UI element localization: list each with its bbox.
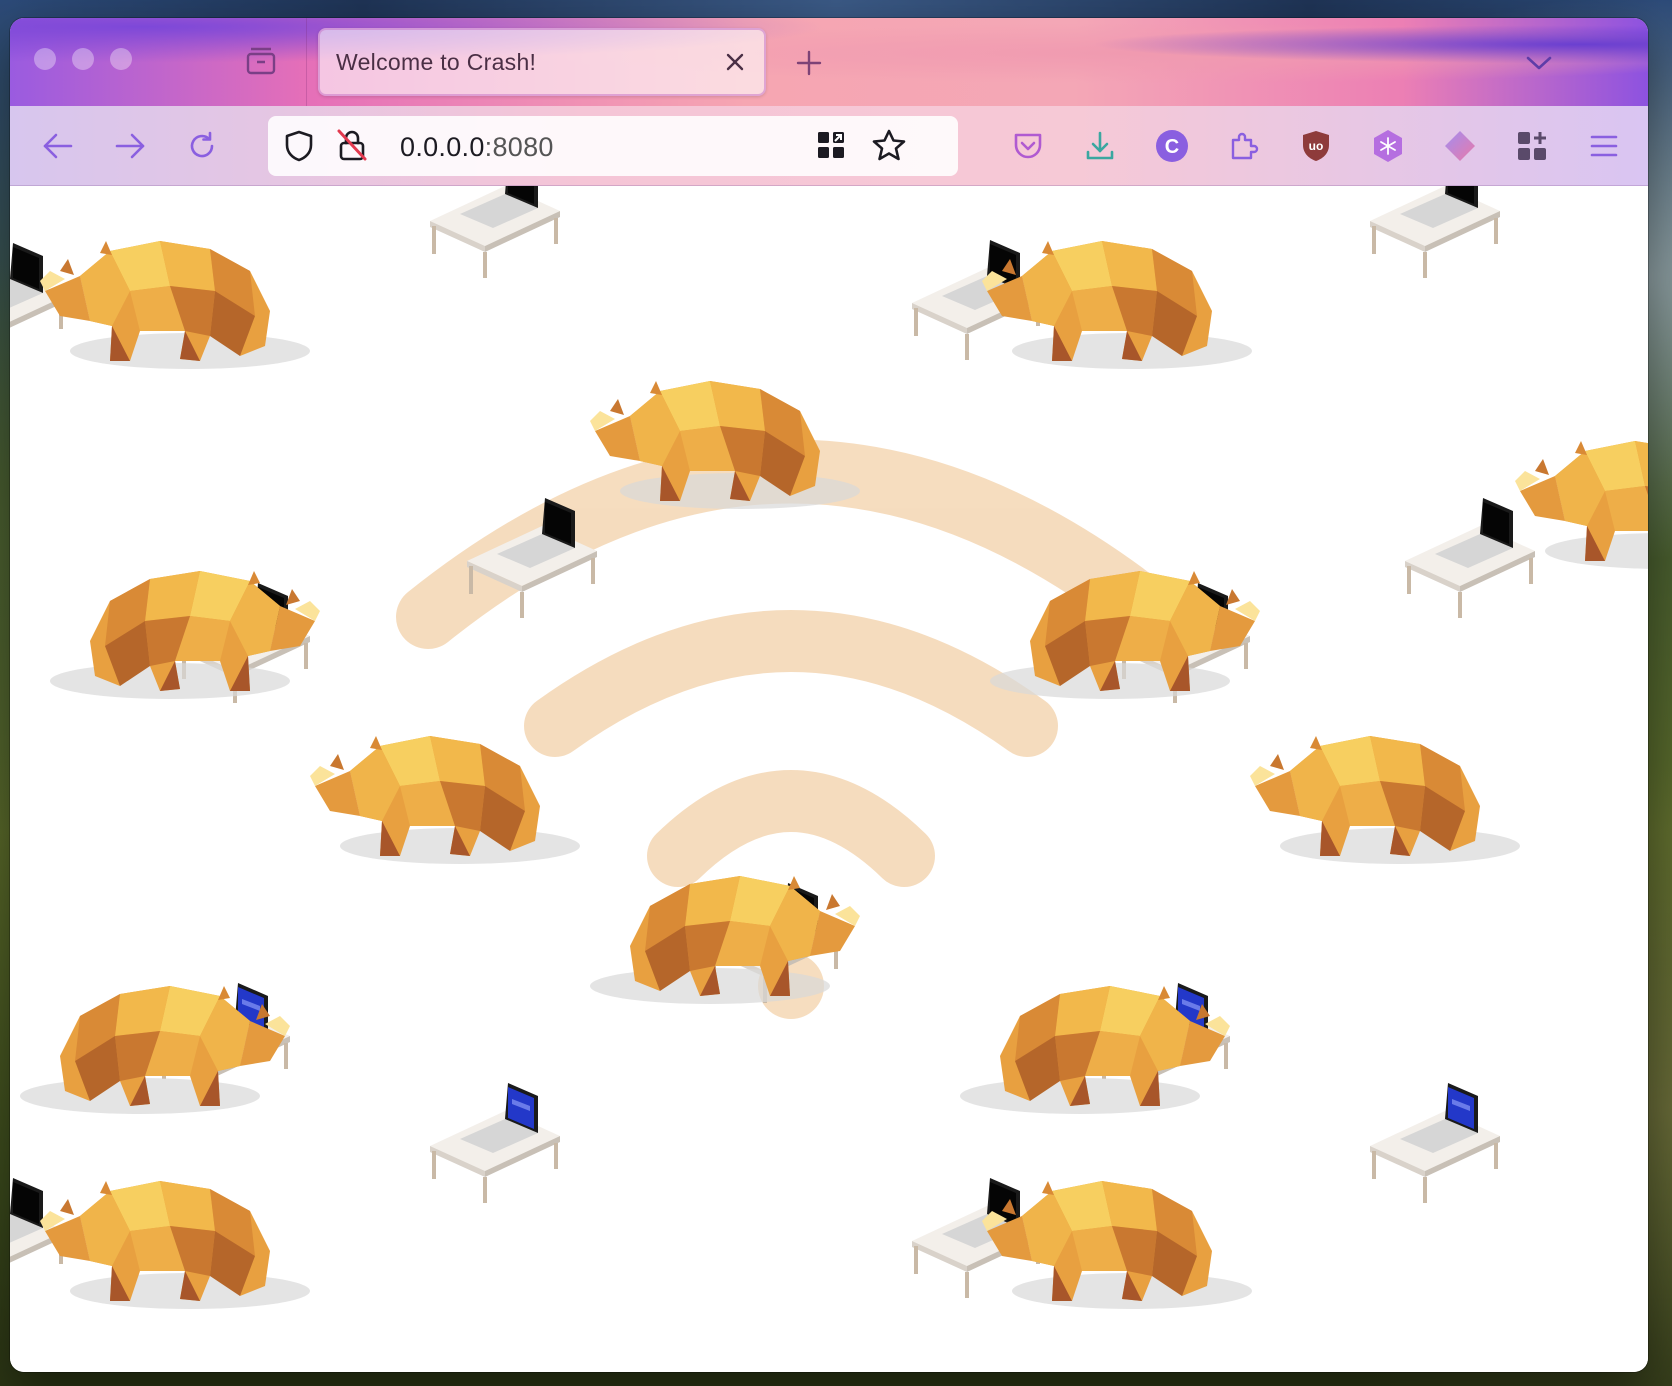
puzzle-icon [1231,132,1259,160]
close-window-button[interactable] [34,48,56,70]
page-content [10,186,1648,1372]
list-all-tabs-button[interactable] [1522,46,1556,80]
minimize-window-button[interactable] [72,48,94,70]
arrow-left-icon [43,133,73,159]
tab-divider [306,18,307,106]
apps-button[interactable] [1512,126,1552,166]
tab-welcome[interactable]: Welcome to Crash! [318,28,766,96]
shield-icon[interactable] [284,130,314,167]
pocket-button[interactable] [1008,126,1048,166]
snowflake-button[interactable] [1368,126,1408,166]
account-c-icon: C [1156,130,1188,162]
forward-button[interactable] [110,126,150,166]
tab-overview-icon [246,47,276,75]
pocket-icon [1014,133,1042,159]
diamond-button[interactable] [1440,126,1480,166]
address-bar[interactable]: 0.0.0.0:8080 [268,116,958,176]
reload-icon [190,131,214,158]
url-host: 0.0.0.0 [400,132,485,162]
app-menu-button[interactable] [1584,126,1624,166]
lock-slash-icon[interactable] [336,128,368,167]
new-tab-button[interactable] [792,46,826,80]
account-button[interactable]: C [1152,126,1192,166]
chevron-down-icon [1526,56,1552,70]
snowflake-icon [1374,130,1402,162]
reload-button[interactable] [182,126,222,166]
ublock-icon: uo [1303,131,1329,161]
svg-text:uo: uo [1309,139,1324,153]
plus-icon [796,50,822,76]
download-icon [1086,131,1114,160]
qr-code-icon[interactable] [816,130,846,165]
zoom-window-button[interactable] [110,48,132,70]
navigation-toolbar: 0.0.0.0:8080 C uo [10,106,1648,186]
hamburger-menu-icon [1590,135,1618,157]
close-icon[interactable] [720,47,750,77]
tab-title: Welcome to Crash! [336,48,537,75]
browser-window: Welcome to Crash! 0.0.0.0:8080 C uo [10,18,1648,1372]
tab-overview-button[interactable] [244,44,278,78]
extensions-button[interactable] [1224,126,1264,166]
diamond-icon [1445,131,1475,161]
apps-grid-icon [1518,132,1546,160]
back-button[interactable] [38,126,78,166]
arrow-right-icon [115,133,145,159]
url-port: :8080 [484,132,554,162]
tab-strip: Welcome to Crash! [10,18,1648,106]
star-icon[interactable] [872,129,906,166]
ublock-button[interactable]: uo [1296,126,1336,166]
url-text[interactable]: 0.0.0.0:8080 [400,132,554,163]
downloads-button[interactable] [1080,126,1120,166]
background-pattern [10,186,1648,1309]
svg-text:C: C [1165,136,1179,158]
